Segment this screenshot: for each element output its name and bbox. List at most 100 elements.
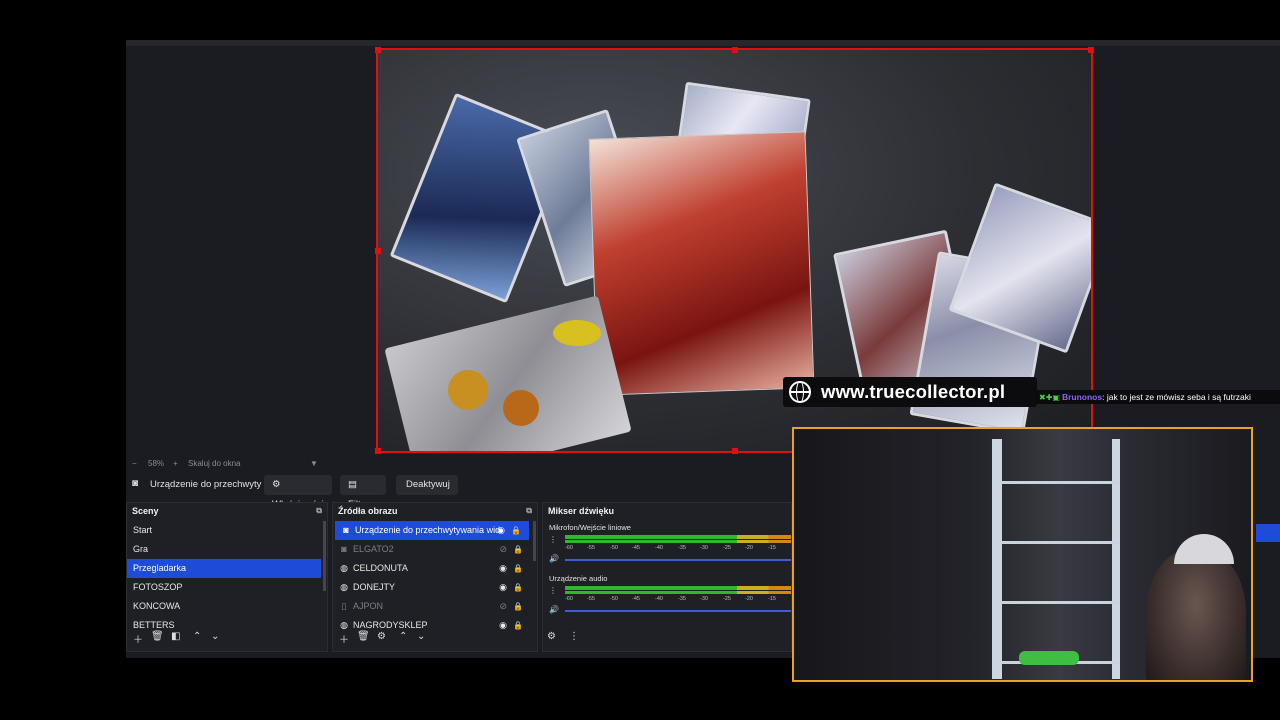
source-label: DONEJTY — [353, 582, 396, 592]
undock-icon[interactable]: ⧉ — [316, 506, 322, 516]
camera-icon: ◙ — [341, 544, 347, 554]
speaker-icon[interactable]: 🔊 — [549, 554, 559, 563]
resize-handle-tr[interactable] — [1088, 47, 1094, 53]
chat-badge-icon: ✖✚▣ — [1039, 393, 1060, 402]
mixer-channel-name: Mikrofon/Wejście liniowe — [549, 523, 631, 532]
camera-icon: ◙ — [343, 525, 349, 535]
selected-source-name: Urządzenie do przechwyty — [150, 479, 262, 490]
headphones — [1174, 534, 1234, 564]
sources-footer: ＋ 🗑 ⚙ ⌃ ⌄ — [333, 631, 537, 647]
lock-icon[interactable]: 🔒 — [511, 521, 521, 540]
scene-item-koncowa[interactable]: KONCOWA — [127, 597, 327, 616]
eye-hidden-icon[interactable]: ⊘ — [499, 540, 507, 559]
meter-ticks: -60 -55 -50 -45 -40 -35 -30 -25 -20 -15 — [565, 545, 791, 553]
car-model — [1019, 651, 1079, 665]
volume-slider[interactable] — [565, 610, 791, 612]
fit-to-window-label[interactable]: Skaluj do okna — [188, 459, 240, 468]
meter-ticks: -60 -55 -50 -45 -40 -35 -30 -25 -20 -15 — [565, 596, 791, 604]
more-options-icon[interactable]: ⋮ — [569, 631, 579, 642]
zoom-bar: − 58% + Skaluj do okna ▼ — [126, 456, 806, 472]
resize-handle-bl[interactable] — [375, 448, 381, 454]
zoom-in-icon[interactable]: + — [173, 459, 178, 468]
volume-slider[interactable] — [565, 559, 791, 561]
scene-item-start[interactable]: Start — [127, 521, 327, 540]
led-strip — [1112, 439, 1120, 679]
camera-icon: ◙ — [132, 478, 139, 489]
website-banner: www.truecollector.pl — [783, 377, 1037, 407]
remove-scene-button[interactable]: 🗑 — [151, 631, 164, 642]
tick: -55 — [587, 596, 595, 602]
scene-item-przegladarka[interactable]: Przegladarka — [127, 559, 321, 578]
tick: -55 — [587, 545, 595, 551]
source-label: Urządzenie do przechwytywania wid — [355, 525, 501, 535]
deactivate-label: Deaktywuj — [406, 479, 450, 490]
source-item[interactable]: ▯ AJPON ⊘ 🔒 — [333, 597, 537, 616]
lock-icon[interactable]: 🔒 — [513, 540, 523, 559]
properties-button[interactable]: ⚙ Właściwości — [264, 475, 332, 510]
lock-icon[interactable]: 🔒 — [513, 559, 523, 578]
more-options-icon[interactable]: ⋮ — [549, 535, 557, 544]
filter-icon: ▤ — [348, 479, 357, 490]
move-up-button[interactable]: ⌃ — [193, 631, 201, 642]
source-item[interactable]: ◍ CELDONUTA ◉ 🔒 — [333, 559, 537, 578]
tick: -45 — [632, 545, 640, 551]
move-down-button[interactable]: ⌄ — [417, 631, 425, 642]
move-down-button[interactable]: ⌄ — [211, 631, 219, 642]
webcam-overlay — [792, 427, 1253, 682]
zoom-out-icon[interactable]: − — [132, 459, 137, 468]
move-up-button[interactable]: ⌃ — [399, 631, 407, 642]
speaker-icon[interactable]: 🔊 — [549, 605, 559, 614]
deactivate-button[interactable]: Deaktywuj — [396, 475, 458, 495]
eye-icon[interactable]: ◉ — [497, 521, 505, 540]
source-label: ELGATO2 — [353, 544, 394, 554]
sources-dock: Źródła obrazu ⧉ ◙ Urządzenie do przechwyt… — [332, 502, 538, 652]
scenes-footer: ＋ 🗑 ◧ ⌃ ⌄ — [127, 631, 327, 647]
scenes-title-label: Sceny — [132, 506, 159, 516]
sources-title-label: Źródła obrazu — [338, 506, 398, 516]
shelf — [1000, 601, 1120, 604]
eye-icon[interactable]: ◉ — [499, 559, 507, 578]
tick: -50 — [610, 545, 618, 551]
zoom-percent: 58% — [148, 459, 165, 468]
chat-text: : jak to jest ze mówisz seba i są futrza… — [1102, 392, 1251, 402]
person — [1146, 549, 1246, 680]
source-item[interactable]: ◙ Urządzenie do przechwytywania wid ◉ 🔒 — [335, 521, 529, 540]
chat-message: ✖✚▣ Brunonos: jak to jest ze mówisz seba … — [1036, 390, 1280, 404]
eye-icon[interactable]: ◉ — [499, 578, 507, 597]
volume-meter — [565, 586, 791, 590]
scenes-title: Sceny ⧉ — [127, 503, 327, 519]
tick: -30 — [700, 545, 708, 551]
scene-item-gra[interactable]: Gra — [127, 540, 327, 559]
source-item[interactable]: ◙ ELGATO2 ⊘ 🔒 — [333, 540, 537, 559]
chevron-down-icon[interactable]: ▼ — [310, 459, 318, 468]
sources-scrollbar[interactable] — [533, 521, 536, 561]
filters-button[interactable]: ▤ Filtry — [340, 475, 386, 510]
resize-handle-bc[interactable] — [732, 448, 738, 454]
more-options-icon[interactable]: ⋮ — [549, 586, 557, 595]
window-top-bar — [126, 40, 1280, 46]
scene-item-fotoszop[interactable]: FOTOSZOP — [127, 578, 327, 597]
sticker-sheet — [384, 295, 632, 451]
remove-source-button[interactable]: 🗑 — [357, 631, 370, 642]
source-item[interactable]: ◍ DONEJTY ◉ 🔒 — [333, 578, 537, 597]
advanced-audio-icon[interactable]: ⚙ — [547, 631, 556, 642]
sources-list: ◙ Urządzenie do przechwytywania wid ◉ 🔒 ◙ E… — [333, 521, 537, 633]
scenes-scrollbar[interactable] — [323, 521, 326, 591]
lock-icon[interactable]: 🔒 — [513, 597, 523, 616]
resize-handle-tc[interactable] — [732, 47, 738, 53]
lock-icon[interactable]: 🔒 — [513, 578, 523, 597]
scenes-list: Start Gra Przegladarka FOTOSZOP KONCOWA … — [127, 521, 327, 633]
undock-icon[interactable]: ⧉ — [526, 506, 532, 516]
add-scene-button[interactable]: ＋ — [133, 631, 143, 646]
resize-handle-ml[interactable] — [375, 248, 381, 254]
source-label: NAGRODYSKLEP — [353, 620, 428, 630]
scene-filters-button[interactable]: ◧ — [171, 631, 180, 642]
source-properties-button[interactable]: ⚙ — [377, 631, 386, 642]
resize-handle-tl[interactable] — [375, 47, 381, 53]
scenes-dock: Sceny ⧉ Start Gra Przegladarka FOTOSZOP … — [126, 502, 328, 652]
eye-hidden-icon[interactable]: ⊘ — [499, 597, 507, 616]
add-source-button[interactable]: ＋ — [339, 631, 349, 646]
sources-title: Źródła obrazu ⧉ — [333, 503, 537, 519]
globe-icon: ◍ — [340, 582, 348, 592]
mixer-channel-name: Urządzenie audio — [549, 574, 608, 583]
